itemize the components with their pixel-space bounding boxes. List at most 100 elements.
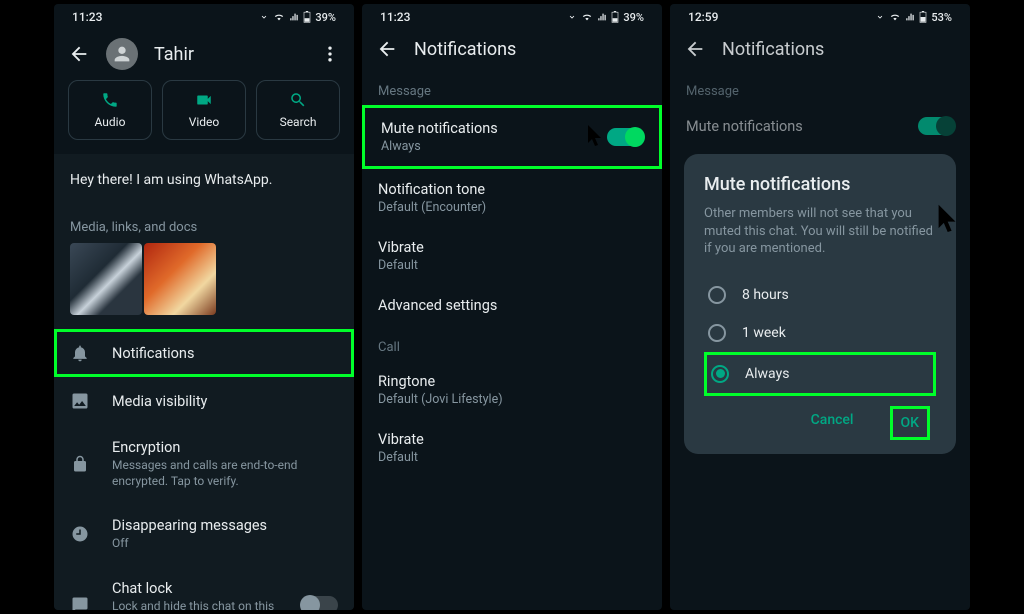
download-icon [875,12,885,22]
phone-icon [101,91,119,109]
signal-icon [597,12,607,22]
battery-icon [303,11,311,23]
bg-message-label: Message [670,70,970,105]
back-icon[interactable] [376,38,398,60]
status-bar: 12:59 53% [670,4,970,28]
radio-label-always: Always [745,366,789,382]
mute-notifications-row[interactable]: Mute notifications Always [362,105,662,169]
about-text[interactable]: Hey there! I am using WhatsApp. [54,154,354,206]
search-icon [289,91,307,109]
more-icon[interactable] [320,44,340,64]
cursor-icon [936,202,962,236]
mute-sub: Always [381,139,595,154]
cancel-button[interactable]: Cancel [803,406,862,440]
media-visibility-row[interactable]: Media visibility [54,377,354,425]
action-row: Audio Video Search [54,80,354,154]
back-icon[interactable] [684,38,706,60]
battery-percent: 53% [931,11,952,24]
media-section[interactable]: Media, links, and docs [54,206,354,329]
media-thumb-2[interactable] [144,243,216,315]
dialog-desc: Other members will not see that you mute… [704,205,936,258]
status-time: 12:59 [688,10,718,24]
radio-always[interactable]: Always [704,352,936,396]
status-icons: 53% [875,11,952,24]
tone-sub: Default (Encounter) [378,200,646,215]
contact-name: Tahir [154,44,304,65]
media-thumb-1[interactable] [70,243,142,315]
notifications-label: Notifications [112,345,338,362]
mute-dialog: Mute notifications Other members will no… [684,154,956,454]
ringtone-title: Ringtone [378,373,646,390]
wifi-icon [273,12,285,22]
encryption-title: Encryption [112,439,338,456]
notifications-row[interactable]: Notifications [54,329,354,377]
screen-notifications: 11:23 39% Notifications Message Mute not… [362,4,662,610]
page-title: Notifications [722,39,956,60]
status-icons: 39% [259,11,336,24]
vibrate-sub: Default [378,258,646,273]
bell-icon [70,343,90,363]
radio-label-1week: 1 week [742,325,786,341]
dialog-title: Mute notifications [704,174,936,195]
lock-icon [70,454,90,474]
disappearing-sub: Off [112,536,338,552]
advanced-title: Advanced settings [378,297,646,314]
disappearing-row[interactable]: Disappearing messages Off [54,503,354,566]
disappearing-title: Disappearing messages [112,517,338,534]
bg-mute-toggle [918,117,954,135]
signal-icon [905,12,915,22]
ringtone-row[interactable]: Ringtone Default (Jovi Lifestyle) [362,361,662,419]
signal-icon [289,12,299,22]
chatlock-icon [70,595,90,610]
radio-icon-checked [711,365,729,383]
call-section-label: Call [362,326,662,361]
audio-button[interactable]: Audio [68,80,152,140]
video-label: Video [189,115,220,129]
wifi-icon [889,12,901,22]
status-time: 11:23 [72,10,102,24]
battery-icon [611,11,619,23]
chatlock-row[interactable]: Chat lock Lock and hide this chat on thi… [54,566,354,610]
mute-toggle[interactable] [607,128,643,146]
call-vibrate-sub: Default [378,450,646,465]
chatlock-title: Chat lock [112,580,280,597]
download-icon [259,12,269,22]
advanced-settings-row[interactable]: Advanced settings [362,285,662,326]
status-bar: 11:23 39% [362,4,662,28]
battery-percent: 39% [315,11,336,24]
ringtone-sub: Default (Jovi Lifestyle) [378,392,646,407]
tone-title: Notification tone [378,181,646,198]
header: Notifications [670,28,970,70]
dialog-actions: Cancel OK [704,406,936,440]
media-visibility-label: Media visibility [112,393,338,410]
vibrate-row[interactable]: Vibrate Default [362,227,662,285]
video-icon [195,91,213,109]
back-icon[interactable] [68,43,90,65]
call-vibrate-row[interactable]: Vibrate Default [362,419,662,477]
radio-icon [708,324,726,342]
mute-title: Mute notifications [381,120,595,137]
download-icon [567,12,577,22]
vibrate-title: Vibrate [378,239,646,256]
header: Tahir [54,28,354,80]
radio-icon [708,286,726,304]
radio-1week[interactable]: 1 week [704,314,936,352]
notification-tone-row[interactable]: Notification tone Default (Encounter) [362,169,662,227]
video-button[interactable]: Video [162,80,246,140]
chatlock-toggle[interactable] [302,596,338,610]
encryption-row[interactable]: Encryption Messages and calls are end-to… [54,425,354,503]
radio-8hours[interactable]: 8 hours [704,276,936,314]
avatar[interactable] [106,38,138,70]
screen-contact-info: 11:23 39% Tahir Audio Video Search Hey t… [54,4,354,610]
dialog-overlay: Mute notifications Other members will no… [670,154,970,454]
search-button[interactable]: Search [256,80,340,140]
ok-button[interactable]: OK [890,406,931,440]
page-title: Notifications [414,39,648,60]
bg-mute-title: Mute notifications [686,118,906,135]
battery-icon [919,11,927,23]
audio-label: Audio [95,115,126,129]
status-bar: 11:23 39% [54,4,354,28]
bg-mute-row: Mute notifications [670,105,970,147]
screen-mute-dialog: 12:59 53% Notifications Message Mute not… [670,4,970,610]
search-label: Search [280,115,317,129]
